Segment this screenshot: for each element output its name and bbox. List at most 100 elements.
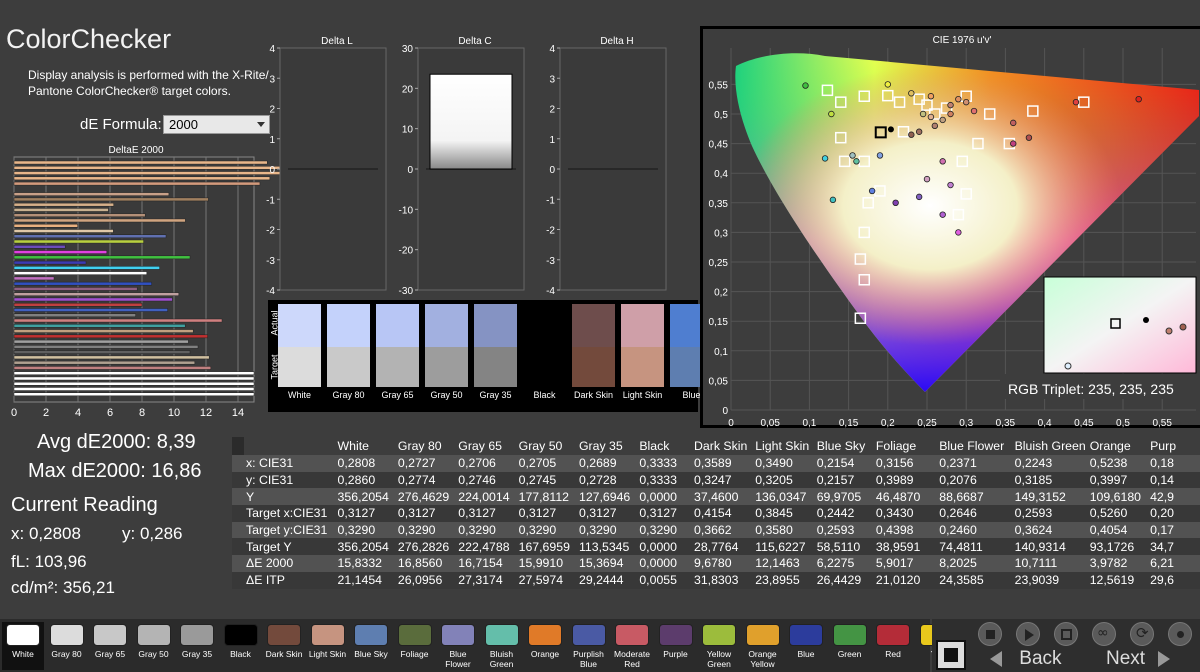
row-label: ΔE ITP [232, 571, 338, 589]
infinity-icon: ∞ [1097, 625, 1109, 641]
patch-button[interactable]: Orange [524, 622, 566, 670]
table-cell: 0,18 [1150, 455, 1200, 472]
table-cell: 23,8955 [755, 571, 817, 589]
patch-label: Black [230, 649, 251, 659]
swatch-target [327, 347, 370, 387]
table-cell: 0,2154 [816, 455, 876, 472]
patch-button[interactable]: Purplish Blue [568, 622, 610, 670]
refresh-button[interactable]: ⟳ [1130, 622, 1154, 646]
deltae-bar [13, 218, 186, 223]
table-cell: 37,4600 [694, 488, 756, 506]
column-header: Black [639, 439, 670, 453]
table-cell: 136,0347 [755, 488, 817, 506]
measure-button[interactable] [1054, 622, 1078, 646]
patch-button[interactable]: Gray 80 [46, 622, 88, 670]
loop-button[interactable]: ∞ [1092, 622, 1116, 646]
cie-measured-point [915, 193, 923, 201]
x-tick-label: 14 [232, 407, 244, 419]
deltae-bar [13, 334, 208, 339]
table-cell: 0,2460 [939, 521, 1015, 539]
table-cell: 3,9782 [1089, 555, 1151, 572]
table-cell: 0,3127 [639, 505, 694, 522]
patch-button[interactable]: Green [829, 622, 871, 670]
patch-button[interactable]: Blue Sky [350, 622, 392, 670]
stop-button[interactable] [978, 622, 1002, 646]
x-tick-label: 12 [200, 407, 212, 419]
patch-button[interactable]: Dark Skin [263, 622, 305, 670]
y-tick-label: 0 [269, 165, 275, 176]
deltae-bar [13, 287, 138, 291]
patch-button[interactable]: Orange Yellow [742, 622, 784, 670]
patch-button[interactable]: Red [872, 622, 914, 670]
patch-label: Green [837, 649, 862, 659]
table-cell: 0,2689 [578, 455, 640, 472]
row-label: y: CIE31 [232, 471, 338, 489]
patch-button[interactable]: Purple [655, 622, 697, 670]
cie-x-tick: 0,5 [1116, 418, 1130, 429]
patch-swatch [702, 624, 736, 646]
table-cell: 0,3430 [875, 505, 940, 522]
y-tick-label: -10 [399, 205, 414, 216]
row-label: Target Y [232, 538, 338, 556]
table-cell: 74,4811 [939, 538, 1015, 556]
cie-x-tick: 0,05 [760, 418, 780, 429]
formula-select[interactable]: 2000 [163, 115, 270, 134]
patch-button[interactable]: Black [220, 622, 262, 670]
deltae-bar [13, 171, 282, 175]
cie-measured-point [939, 158, 946, 165]
patch-button[interactable]: Bluish Green [481, 622, 523, 670]
cie-y-tick: 0 [722, 406, 728, 417]
swatch-actual [327, 304, 370, 347]
patch-button[interactable]: Foliage [394, 622, 436, 670]
cie-measured-point [908, 90, 915, 97]
patch-button[interactable]: White [2, 622, 44, 670]
table-cell: 46,4870 [875, 488, 940, 506]
x-tick-label: 8 [139, 407, 145, 419]
table-cell: 0,20 [1150, 505, 1200, 522]
swatch-actual [278, 304, 321, 347]
patch-label: Gray 80 [51, 649, 82, 659]
record-icon [944, 648, 958, 662]
x-tick-label: 10 [168, 407, 180, 419]
record-button[interactable] [936, 640, 966, 670]
swatch-target [425, 347, 468, 387]
cie-x-tick: 0,4 [1038, 418, 1052, 429]
row-label: Target y:CIE31 [232, 521, 338, 539]
patch-label: Foliage [400, 649, 429, 659]
cie-diagram: CIE 1976 u'v' 0 0,05 0,1 0,15 0,2 0,25 0,3 0,35… [709, 35, 1199, 429]
table-cell: 29,2444 [578, 571, 640, 589]
patch-button[interactable]: Blue [785, 622, 827, 670]
back-button[interactable]: Back [990, 648, 1090, 672]
patch-button[interactable]: Gray 65 [89, 622, 131, 670]
deltae-bar [13, 239, 144, 244]
column-header: Blue Sky [816, 439, 866, 453]
y-tick-label: -4 [546, 286, 555, 297]
table-cell: 0,2745 [518, 471, 579, 489]
settings-button[interactable] [1168, 622, 1192, 646]
patch-label: Light Skin [308, 649, 347, 659]
y-tick-label: 10 [402, 125, 414, 136]
next-button[interactable]: Next [1106, 648, 1200, 672]
patch-button[interactable]: Moderate Red [611, 622, 653, 670]
patch-label: Bluish Green [489, 649, 514, 669]
table-cell: 24,3585 [939, 571, 1015, 589]
table-cell: 0,4154 [694, 505, 756, 522]
patch-button[interactable]: Light Skin [307, 622, 349, 670]
cie-measured-point [868, 187, 876, 195]
table-cell: 0,0000 [639, 538, 694, 556]
patch-button[interactable]: Gray 35 [176, 622, 218, 670]
table-cell: 12,1463 [755, 555, 817, 572]
play-button[interactable] [1016, 622, 1040, 646]
deltae-bar [13, 281, 152, 286]
max-de-value: Max dE2000: 16,86 [28, 460, 202, 482]
deltae-bar [13, 308, 168, 312]
patch-button[interactable]: Gray 50 [133, 622, 175, 670]
cie-measured-point [1135, 95, 1142, 103]
patch-button[interactable]: Blue Flower [437, 622, 479, 670]
patch-button[interactable]: Yellow Green [698, 622, 740, 670]
cie-x-tick: 0,35 [996, 418, 1016, 429]
table-cell: 38,9591 [875, 538, 940, 556]
table-cell: 69,9705 [816, 488, 876, 506]
table-cell: 0,4054 [1089, 521, 1151, 539]
cie-x-tick: 0,1 [802, 418, 816, 429]
